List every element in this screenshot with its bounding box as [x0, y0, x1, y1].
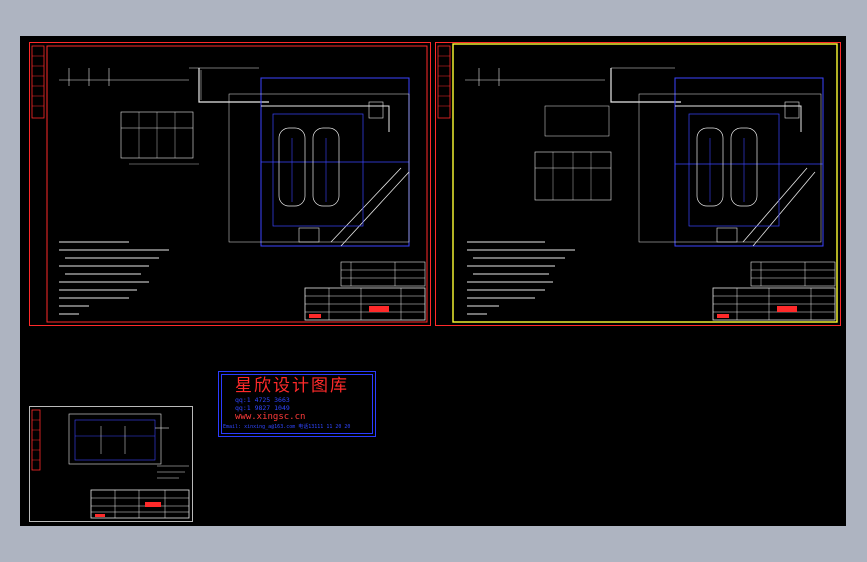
watermark-qq-1: qq:1 4725 3663 — [235, 396, 290, 404]
watermark-email: Email: xinxing_a@163.com 电话13111 11 20 2… — [223, 424, 351, 430]
drawing-sheet-1[interactable] — [29, 42, 431, 326]
sheet-1-drawing — [29, 42, 431, 326]
drawing-sheet-2[interactable] — [435, 42, 841, 326]
drawing-sheet-small[interactable] — [29, 406, 193, 522]
sheet-2-drawing — [435, 42, 841, 326]
watermark-website: www.xingsc.cn — [235, 412, 306, 422]
drawing-canvas[interactable]: 星欣设计图库 qq:1 4725 3663 qq:1 9827 1049 www… — [20, 36, 846, 526]
watermark-qq-2: qq:1 9827 1049 — [235, 404, 290, 412]
watermark-title: 星欣设计图库 — [235, 376, 349, 396]
watermark-stamp: 星欣设计图库 qq:1 4725 3663 qq:1 9827 1049 www… — [218, 371, 376, 437]
sheet-small-drawing — [29, 406, 193, 522]
